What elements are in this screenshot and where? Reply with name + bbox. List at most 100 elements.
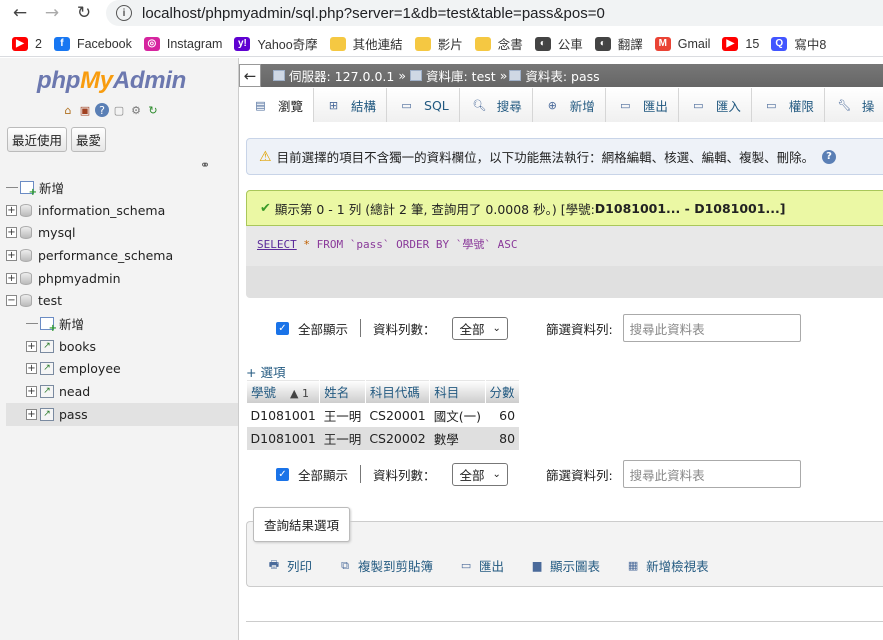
- tree-item-pass[interactable]: + ↗ pass: [6, 402, 238, 426]
- action-label: 新增檢視表: [646, 559, 709, 574]
- tree-item-books[interactable]: + ↗ books: [6, 335, 238, 358]
- bookmark-item[interactable]: ◐ 公車: [534, 34, 583, 53]
- column-header-label: 分數: [489, 385, 515, 400]
- reload-icon[interactable]: ↻: [72, 2, 96, 24]
- bookmark-item[interactable]: ◐ 翻譯: [594, 34, 643, 53]
- expand-icon[interactable]: +: [6, 227, 17, 239]
- expand-icon[interactable]: +: [6, 249, 17, 261]
- bookmark-item[interactable]: ▶ 15: [722, 36, 759, 51]
- tab-structure[interactable]: ⊞ 結構: [314, 88, 388, 122]
- tree-item-nead[interactable]: + ↗ nead: [6, 380, 238, 403]
- expand-icon[interactable]: +: [6, 204, 17, 216]
- breadcrumb-table[interactable]: 資料表: pass: [525, 66, 599, 85]
- filter-input-bottom[interactable]: 搜尋此資料表: [622, 460, 801, 488]
- collapse-nav-icon[interactable]: ←: [239, 64, 261, 87]
- tab-label: 新增: [569, 98, 595, 114]
- view-action[interactable]: ▦ 新增檢視表: [625, 556, 709, 575]
- expand-icon[interactable]: +: [26, 363, 37, 375]
- tab-sql[interactable]: ▭ SQL: [387, 88, 460, 122]
- print-action[interactable]: 🖶︎ 列印: [266, 556, 312, 575]
- rows-select-bottom[interactable]: 全部 ⌄: [451, 462, 508, 486]
- tab-privileges[interactable]: ▭ 權限: [751, 88, 825, 122]
- column-header[interactable]: 分數: [484, 379, 520, 404]
- column-header[interactable]: 學號 ▲ 1: [245, 379, 321, 404]
- rows-select[interactable]: 全部 ⌄: [451, 316, 508, 340]
- column-header[interactable]: 科目: [429, 379, 486, 404]
- tree-item-phpmyadmin[interactable]: + phpmyadmin: [6, 267, 238, 290]
- bookmark-label: 翻譯: [617, 38, 643, 52]
- server-icon: [273, 70, 285, 81]
- tree-item-employee[interactable]: + ↗ employee: [6, 358, 238, 381]
- help-icon[interactable]: ?: [95, 103, 109, 117]
- expand-icon[interactable]: +: [26, 408, 37, 420]
- show-all-checkbox-bottom[interactable]: ✓: [276, 467, 289, 481]
- link-chain-icon[interactable]: ⚭: [200, 158, 210, 172]
- tab-browse[interactable]: ▤ 瀏覽: [241, 88, 315, 122]
- refresh-icon[interactable]: ↻: [146, 103, 160, 117]
- tree-item-test[interactable]: − test: [6, 289, 238, 312]
- copy-action[interactable]: ⧉ 複製到剪貼簿: [337, 556, 433, 575]
- bookmark-item[interactable]: 影片: [414, 34, 463, 53]
- tree-item-label: test: [38, 293, 63, 309]
- bookmark-item[interactable]: ◎ Instagram: [143, 36, 222, 51]
- tree-item-mysql[interactable]: + mysql: [6, 221, 238, 244]
- warning-notice: ⚠ 目前選擇的項目不含獨一的資料欄位，以下功能無法執行：網格編輯、核選、編輯、複…: [246, 138, 883, 175]
- sql-table: `pass`: [349, 238, 390, 251]
- info-icon[interactable]: i: [116, 5, 132, 21]
- bookmark-item[interactable]: 其他連結: [329, 34, 403, 53]
- tree-item-[interactable]: 新增: [6, 176, 238, 199]
- filter-input[interactable]: 搜尋此資料表: [622, 314, 801, 342]
- logout-icon[interactable]: ▣: [78, 103, 92, 117]
- action-label: 列印: [287, 559, 313, 574]
- expand-icon[interactable]: +: [26, 386, 37, 398]
- tab-wrench[interactable]: 🔧︎ 操: [824, 88, 883, 122]
- table-cell: 王一明: [319, 427, 366, 450]
- gmail-icon: M: [654, 36, 671, 51]
- bookmark-item[interactable]: ▶ 2: [12, 36, 42, 51]
- column-header[interactable]: 姓名: [319, 379, 366, 404]
- tab-label: 結構: [351, 98, 377, 114]
- bookmark-item[interactable]: M Gmail: [654, 36, 710, 51]
- tree-item-information_schema[interactable]: + information_schema: [6, 199, 238, 222]
- sql-select-keyword[interactable]: SELECT: [257, 238, 297, 251]
- phpmyadmin-logo[interactable]: phpMyAdmin: [37, 67, 186, 95]
- bookmark-item[interactable]: y! Yahoo奇摩: [234, 34, 318, 53]
- tree-item-performance_schema[interactable]: + performance_schema: [6, 244, 238, 267]
- breadcrumb-server[interactable]: 伺服器: 127.0.0.1: [289, 66, 394, 85]
- sql-query-box[interactable]: SELECT * FROM `pass` ORDER BY `學號` ASC: [246, 226, 883, 266]
- column-header[interactable]: 科目代碼: [364, 379, 431, 404]
- docs-icon[interactable]: ▢: [112, 103, 126, 117]
- show-all-checkbox[interactable]: ✓: [276, 321, 289, 335]
- tree-item-label: nead: [59, 384, 91, 400]
- database-icon: [20, 248, 32, 262]
- bookmark-label: 其他連結: [352, 38, 403, 52]
- recent-tab[interactable]: 最近使用: [7, 127, 68, 152]
- collapse-icon[interactable]: −: [6, 295, 17, 307]
- action-label: 複製到剪貼簿: [358, 559, 434, 574]
- folder-icon: [329, 36, 346, 51]
- bookmark-item[interactable]: Q 寫中8: [771, 34, 826, 53]
- bookmark-item[interactable]: 念書: [474, 34, 523, 53]
- tab-search[interactable]: 🔍︎ 搜尋: [459, 88, 533, 122]
- tab-import[interactable]: ▭ 匯入: [678, 88, 752, 122]
- expand-icon[interactable]: +: [26, 340, 37, 352]
- settings-gear-icon[interactable]: ⚙: [129, 103, 143, 117]
- breadcrumb-database[interactable]: 資料庫: test: [426, 66, 496, 85]
- export-action[interactable]: ▭ 匯出: [458, 556, 504, 575]
- tab-insert[interactable]: ⊕ 新增: [532, 88, 606, 122]
- view-icon: ▦: [627, 559, 639, 572]
- forward-arrow-icon[interactable]: →: [40, 2, 64, 24]
- chart-action[interactable]: ▆ 顯示圖表: [529, 556, 600, 575]
- export-icon: ▭: [620, 98, 631, 112]
- address-bar[interactable]: i localhost/phpmyadmin/sql.php?server=1&…: [106, 0, 883, 26]
- tree-item-[interactable]: 新增: [6, 312, 238, 335]
- help-icon[interactable]: ?: [822, 149, 837, 164]
- browser-toolbar: ← → ↻ i localhost/phpmyadmin/sql.php?ser…: [0, 0, 883, 26]
- home-icon[interactable]: ⌂: [61, 103, 75, 117]
- back-arrow-icon[interactable]: ←: [8, 2, 32, 24]
- bookmark-item[interactable]: f Facebook: [53, 36, 132, 51]
- tab-export[interactable]: ▭ 匯出: [605, 88, 679, 122]
- expand-icon[interactable]: +: [6, 272, 17, 284]
- favorites-tab[interactable]: 最愛: [71, 127, 107, 152]
- results-table: 學號 ▲ 1 姓名 科目代碼 科目 分數 D1081001 王一明 CS20001 國文(一) 6…: [245, 379, 520, 450]
